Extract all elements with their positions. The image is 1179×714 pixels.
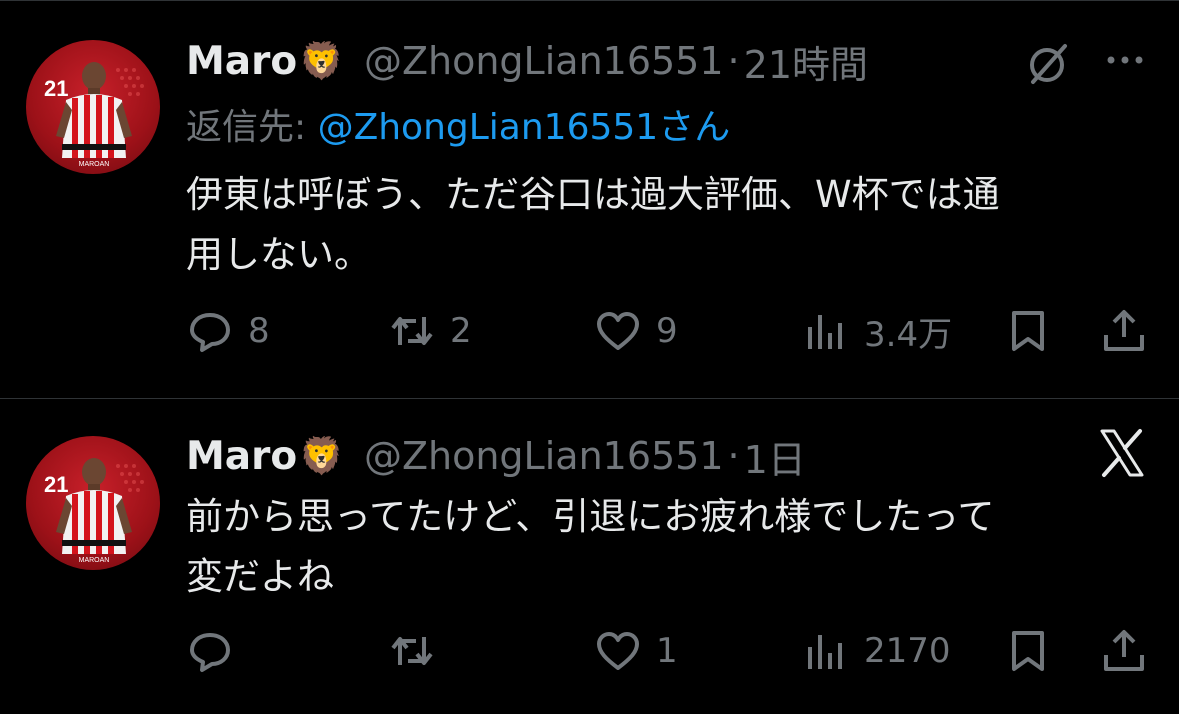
svg-text:21: 21 <box>44 472 68 497</box>
retweet-button[interactable]: 2 <box>388 301 472 361</box>
avatar[interactable]: 21 MAROAN <box>26 436 160 570</box>
action-bar: 8 2 9 3.4万 <box>186 301 1156 361</box>
timestamp[interactable]: 1日 <box>744 429 806 484</box>
lion-emoji-icon: 🦁 <box>299 41 344 82</box>
author-name[interactable]: Maro <box>186 39 297 84</box>
share-upload-icon <box>1104 630 1144 671</box>
tweet-text-line: 伊東は呼ぼう、ただ谷口は過大評価、W杯では通 <box>186 173 1000 216</box>
reply-count: 8 <box>248 311 270 351</box>
share-button[interactable] <box>1100 301 1148 361</box>
like-button[interactable]: 9 <box>594 301 678 361</box>
like-count: 1 <box>656 631 678 671</box>
reply-button[interactable] <box>186 621 248 681</box>
view-count: 2170 <box>864 631 951 671</box>
timestamp[interactable]: 21時間 <box>744 34 868 89</box>
replying-to-label: 返信先: <box>186 107 318 148</box>
bookmark-icon <box>1012 311 1044 351</box>
tweet-header: Maro 🦁 @ZhongLian16551 · 1日 <box>186 429 806 484</box>
bookmark-icon <box>1012 631 1044 671</box>
speech-bubble-icon <box>190 633 230 672</box>
author-name[interactable]: Maro <box>186 434 297 479</box>
bar-chart-icon <box>808 635 842 669</box>
share-button[interactable] <box>1100 621 1148 681</box>
tweet-text-line: 変だよね <box>186 555 334 598</box>
x-logo-icon[interactable] <box>1096 427 1148 479</box>
bookmark-button[interactable] <box>1004 301 1052 361</box>
separator-dot: · <box>727 434 740 478</box>
action-bar: 1 2170 <box>186 621 1156 681</box>
separator-dot: · <box>727 39 740 83</box>
tweet-text: 伊東は呼ぼう、ただ谷口は過大評価、W杯では通 用しない。 <box>186 165 1126 285</box>
tweet-text-line: 用しない。 <box>186 233 371 276</box>
retweet-arrows-icon <box>391 317 433 345</box>
tweet-reply[interactable]: 21 MAROAN Maro 🦁 @ZhongLian16551 · 21時間 <box>0 0 1179 398</box>
bar-chart-icon <box>808 315 842 349</box>
svg-text:MAROAN: MAROAN <box>79 161 110 168</box>
grok-slash-circle-icon[interactable] <box>1023 40 1071 88</box>
views-button[interactable]: 3.4万 <box>802 301 952 361</box>
author-handle[interactable]: @ZhongLian16551 <box>364 39 724 83</box>
avatar[interactable]: 21 MAROAN <box>26 40 160 174</box>
reply-button[interactable]: 8 <box>186 301 270 361</box>
tweet-text: 前から思ってたけど、引退にお疲れ様でしたって 変だよね <box>186 487 1126 607</box>
avatar-image: 21 MAROAN <box>44 458 144 564</box>
retweet-button[interactable] <box>388 621 450 681</box>
like-button[interactable]: 1 <box>594 621 678 681</box>
tweet-text-line: 前から思ってたけど、引退にお疲れ様でしたって <box>186 495 995 538</box>
svg-text:MAROAN: MAROAN <box>79 557 110 564</box>
reply-mention-link[interactable]: @ZhongLian16551さん <box>318 107 731 148</box>
avatar-image: 21 MAROAN <box>44 62 144 168</box>
tweet-header: Maro 🦁 @ZhongLian16551 · 21時間 <box>186 34 868 89</box>
heart-icon <box>597 312 639 350</box>
share-upload-icon <box>1104 310 1144 351</box>
svg-text:21: 21 <box>44 76 68 101</box>
like-count: 9 <box>656 311 678 351</box>
retweet-count: 2 <box>450 311 472 351</box>
replying-to: 返信先: @ZhongLian16551さん <box>186 98 730 150</box>
tweet-original[interactable]: 21 MAROAN Maro 🦁 @ZhongLian16551 · 1日 前か… <box>0 399 1179 714</box>
retweet-arrows-icon <box>391 637 433 665</box>
heart-icon <box>597 632 639 670</box>
view-count: 3.4万 <box>864 314 953 355</box>
lion-emoji-icon: 🦁 <box>299 436 344 477</box>
ellipsis-icon[interactable] <box>1103 45 1147 75</box>
author-handle[interactable]: @ZhongLian16551 <box>364 434 724 478</box>
views-button[interactable]: 2170 <box>802 621 951 681</box>
speech-bubble-icon <box>190 313 230 352</box>
bookmark-button[interactable] <box>1004 621 1052 681</box>
